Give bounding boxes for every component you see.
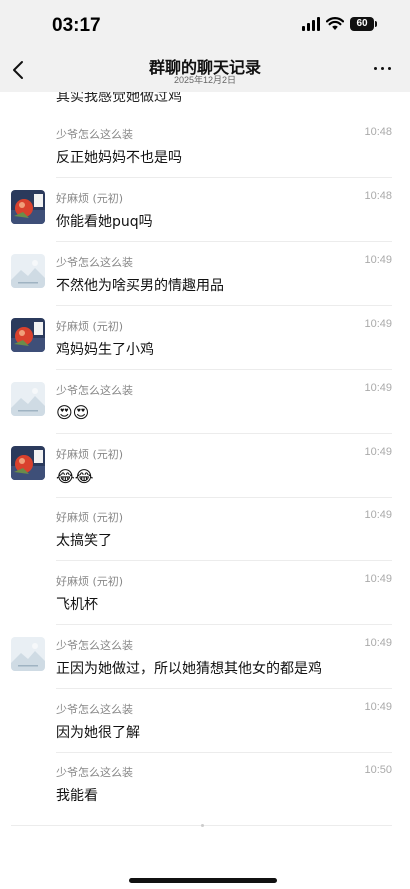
- more-options-button[interactable]: [372, 60, 392, 76]
- avatar[interactable]: [11, 190, 45, 224]
- sender-name: 少爷怎么这么装: [56, 703, 133, 716]
- avatar[interactable]: [11, 254, 45, 288]
- avatar[interactable]: [11, 637, 45, 671]
- message-time: 10:49: [364, 254, 392, 266]
- list-end-dot: [201, 824, 204, 827]
- message-text: 因为她很了解: [56, 725, 140, 741]
- avatar[interactable]: [11, 446, 45, 480]
- message-text: 不然他为啥买男的情趣用品: [56, 278, 224, 294]
- avatar[interactable]: [11, 382, 45, 416]
- sender-name: 少爷怎么这么装: [56, 256, 133, 269]
- message-row[interactable]: 少爷怎么这么装 10:49 😍😍: [0, 370, 410, 434]
- message-text: 😍😍: [56, 403, 90, 422]
- message-time: 10:49: [364, 637, 392, 649]
- message-row[interactable]: 少爷怎么这么装 10:49 不然他为啥买男的情趣用品: [0, 242, 410, 306]
- sender-name: 好麻烦 (元初): [56, 448, 124, 461]
- sender-name: 好麻烦 (元初): [56, 192, 124, 205]
- message-time: 10:49: [364, 509, 392, 521]
- message-time: 10:49: [364, 318, 392, 330]
- avatar[interactable]: [11, 318, 45, 352]
- sender-name: 好麻烦 (元初): [56, 511, 124, 524]
- message-time: 10:49: [364, 446, 392, 458]
- status-icons: 60: [302, 17, 377, 31]
- sender-name: 好麻烦 (元初): [56, 320, 124, 333]
- message-text: 飞机杯: [56, 597, 98, 613]
- message-time: 10:49: [364, 382, 392, 394]
- message-time: 10:48: [364, 190, 392, 202]
- message-row[interactable]: 好麻烦 (元初) 10:49 😂😂: [0, 434, 410, 498]
- message-text: 你能看她puq吗: [56, 214, 153, 230]
- message-row[interactable]: 少爷怎么这么装 10:48 反正她妈妈不也是吗: [0, 114, 410, 178]
- message-text: 反正她妈妈不也是吗: [56, 150, 182, 166]
- sender-name: 少爷怎么这么装: [56, 128, 133, 141]
- message-text: 😂😂: [56, 467, 94, 486]
- sender-name: 少爷怎么这么装: [56, 384, 133, 397]
- message-text: 正因为她做过，所以她猜想其他女的都是鸡: [56, 661, 322, 677]
- battery-icon: 60: [350, 17, 377, 31]
- message-row[interactable]: 少爷怎么这么装 10:50 我能看: [0, 752, 410, 816]
- message-time: 10:48: [364, 126, 392, 138]
- sender-name: 好麻烦 (元初): [56, 575, 124, 588]
- message-row[interactable]: 少爷怎么这么装 10:49 因为她很了解: [0, 689, 410, 753]
- top-bar: 03:17 60 群聊的聊天记录 2025年12月2日: [0, 0, 410, 92]
- message-text: 我能看: [56, 788, 98, 804]
- home-indicator: [129, 878, 277, 883]
- message-row[interactable]: 少爷怎么这么装 10:49 正因为她做过，所以她猜想其他女的都是鸡: [0, 625, 410, 689]
- message-time: 10:49: [364, 701, 392, 713]
- message-text: 鸡妈妈生了小鸡: [56, 342, 154, 358]
- cellular-signal-icon: [302, 17, 320, 31]
- page-subtitle: 2025年12月2日: [173, 75, 237, 85]
- message-time: 10:49: [364, 573, 392, 585]
- message-row[interactable]: 好麻烦 (元初) 10:48 你能看她puq吗: [0, 178, 410, 242]
- chat-history-list[interactable]: 其实我感觉她做过鸡 少爷怎么这么装 10:48 反正她妈妈不也是吗 好麻烦 (元初) 1…: [0, 92, 410, 852]
- message-row[interactable]: 好麻烦 (元初) 10:49 鸡妈妈生了小鸡: [0, 306, 410, 370]
- sender-name: 少爷怎么这么装: [56, 639, 133, 652]
- message-row[interactable]: 好麻烦 (元初) 10:49 太搞笑了: [0, 497, 410, 561]
- status-time: 03:17: [52, 15, 101, 36]
- message-row[interactable]: 好麻烦 (元初) 10:49 飞机杯: [0, 561, 410, 625]
- wifi-icon: [326, 17, 344, 30]
- message-text: 太搞笑了: [56, 533, 112, 549]
- message-time: 10:50: [364, 764, 392, 776]
- sender-name: 少爷怎么这么装: [56, 766, 133, 779]
- message-text: 其实我感觉她做过鸡: [56, 92, 182, 105]
